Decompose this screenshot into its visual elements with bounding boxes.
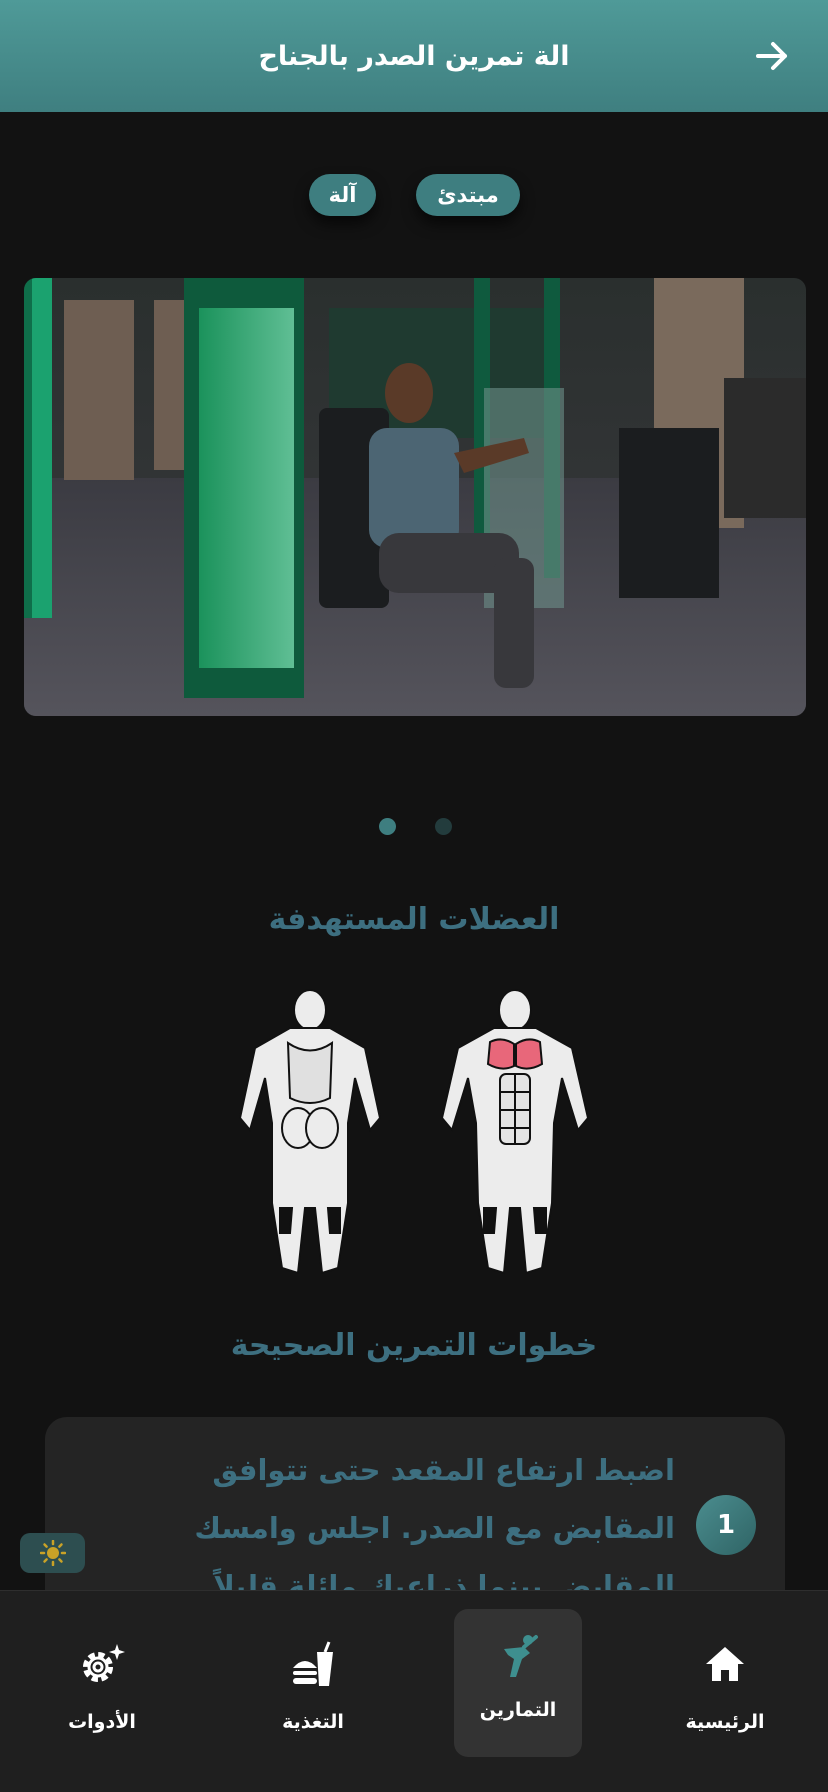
step-number-badge: 1 [696,1495,756,1555]
martial-arts-icon [504,1635,538,1677]
carousel-dot-active[interactable] [379,818,396,835]
nav-home[interactable]: الرئيسية [661,1609,789,1757]
theme-toggle-button[interactable] [20,1533,85,1573]
page-title: الة تمرين الصدر بالجناح [258,40,570,72]
target-muscles-heading: العضلات المستهدفة [268,902,560,937]
burger-drink-icon [293,1641,333,1686]
equipment-badge: آلة [309,174,376,216]
level-badge: مبتدئ [416,174,520,216]
nav-home-label: الرئيسية [685,1711,765,1733]
exercise-image-carousel[interactable] [24,278,806,716]
body-front-figure [440,989,590,1275]
steps-heading: خطوات التمرين الصحيحة [230,1328,598,1363]
nav-workouts[interactable]: التمارين [454,1609,582,1757]
nav-workouts-label: التمارين [479,1699,557,1721]
back-button[interactable] [748,32,796,80]
nav-nutrition-label: التغذية [282,1711,344,1733]
carousel-dot[interactable] [435,818,452,835]
exercise-photo [24,278,806,716]
step-text: اضبط ارتفاع المقعد حتى تتوافق المقابض مع… [194,1453,675,1603]
bottom-navigation: الرئيسية التمارين التغذية الأدوات [0,1590,828,1792]
sun-icon [39,1540,66,1566]
carousel-indicator [0,818,828,836]
nav-nutrition[interactable]: التغذية [249,1609,377,1757]
home-icon [706,1647,744,1681]
nav-tools[interactable]: الأدوات [38,1609,166,1757]
gear-sparkle-icon [83,1644,125,1682]
body-back-figure [238,989,382,1275]
app-header: الة تمرين الصدر بالجناح [0,0,828,112]
arrow-right-icon [756,42,787,70]
nav-tools-label: الأدوات [68,1711,136,1733]
exercise-tags: مبتدئ آلة [0,174,828,216]
